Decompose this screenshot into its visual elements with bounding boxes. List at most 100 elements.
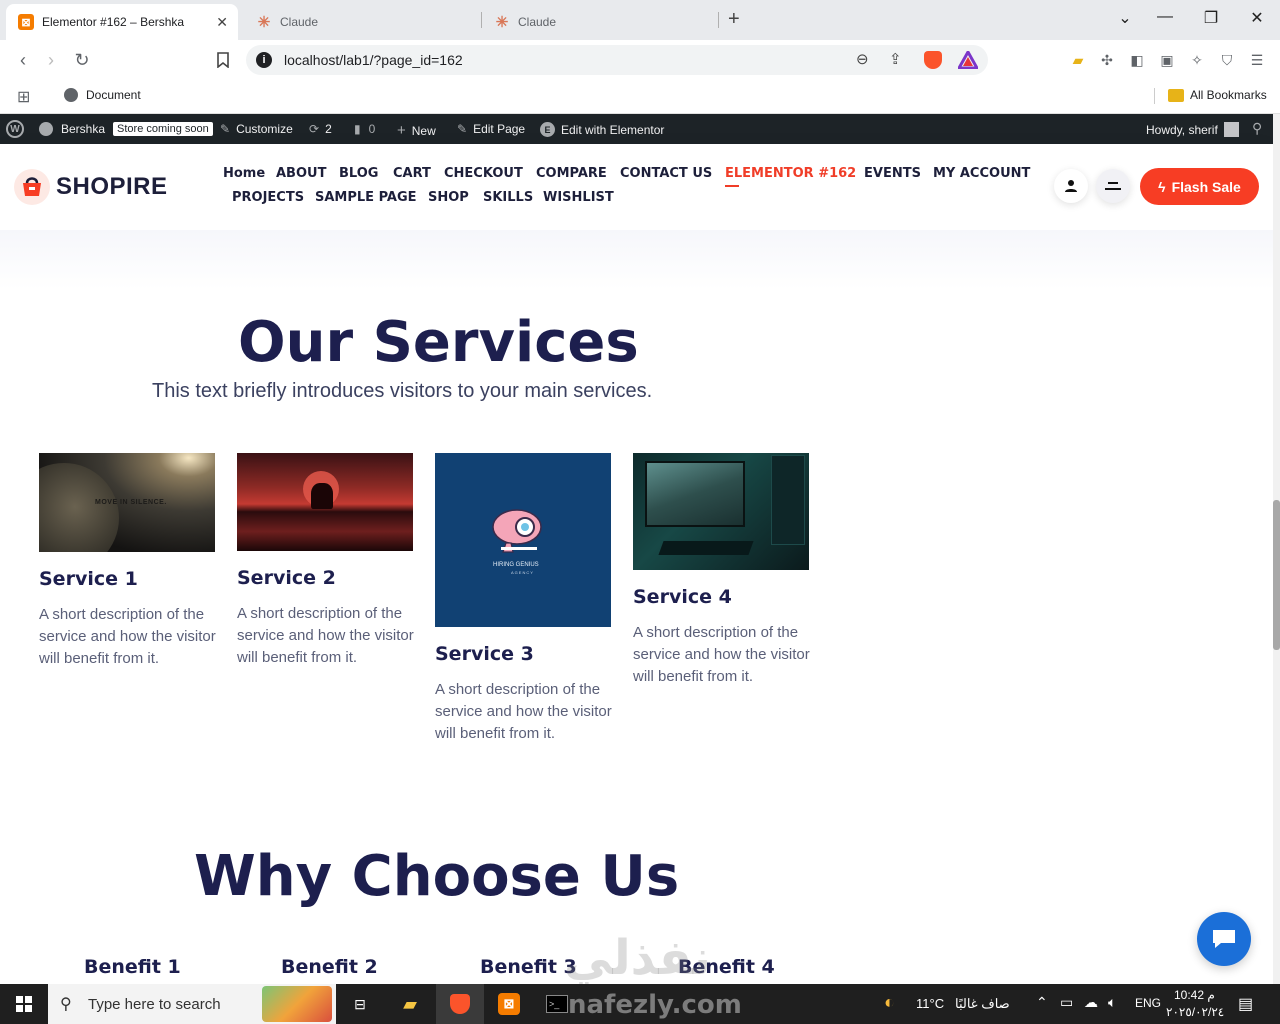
store-status-badge: Store coming soon — [113, 122, 213, 136]
all-bookmarks-label: All Bookmarks — [1190, 88, 1267, 102]
share-icon[interactable]: ⇪ — [889, 50, 902, 68]
url-bar[interactable]: i localhost/lab1/?page_id=162 ⊖ ⇪ — [246, 45, 988, 75]
taskbar-search[interactable]: ⚲ Type here to search — [48, 984, 336, 1024]
wp-site-name[interactable]: Bershka Store coming soon — [39, 122, 213, 136]
language-indicator[interactable]: ENG — [1135, 996, 1161, 1010]
benefit-title: Benefit 3 — [480, 956, 577, 978]
close-window-icon[interactable]: ✕ — [1245, 8, 1269, 28]
tab-elementor[interactable]: ⊠ Elementor #162 – Bershka ✕ — [6, 4, 238, 40]
site-info-icon[interactable]: i — [256, 52, 272, 68]
volume-icon[interactable]: 🔈︎ — [1108, 994, 1116, 1011]
flash-sale-button[interactable]: ϟ Flash Sale — [1140, 168, 1259, 205]
page-scrollbar[interactable] — [1273, 114, 1280, 984]
menu-shop[interactable]: SHOP — [428, 190, 469, 205]
wp-customize[interactable]: ✎ Customize — [220, 122, 293, 136]
menu-events[interactable]: EVENTS — [864, 166, 921, 181]
wallet-icon[interactable]: ▣ — [1158, 52, 1176, 68]
wordpress-logo-icon[interactable]: W — [6, 120, 24, 138]
wp-comments[interactable]: ▮ 0 — [354, 122, 375, 136]
tab-claude-2[interactable]: ✳ Claude — [482, 4, 718, 40]
file-explorer-icon[interactable]: ▰ — [398, 992, 422, 1016]
task-view-icon[interactable]: ⊟ — [348, 992, 372, 1016]
site-name-label: Bershka — [61, 122, 106, 136]
clock-time[interactable]: 10:42 م — [1174, 988, 1215, 1002]
notifications-icon[interactable]: ▤ — [1238, 994, 1253, 1014]
services-title: Our Services — [238, 310, 639, 375]
wp-new[interactable]: + New — [397, 122, 436, 139]
menu-checkout[interactable]: CHECKOUT — [444, 166, 523, 181]
lightning-icon: ϟ — [1158, 178, 1166, 195]
clock-date[interactable]: ٢٠٢٥/٠٢/٢٤ — [1166, 1005, 1224, 1019]
menu-compare[interactable]: COMPARE — [536, 166, 607, 181]
minimize-icon[interactable]: — — [1153, 8, 1177, 26]
reload-icon[interactable]: ↻ — [71, 50, 93, 71]
menu-home[interactable]: Home — [223, 166, 265, 181]
terminal-icon[interactable]: >_ — [545, 992, 569, 1016]
extensions-icon[interactable]: ✣ — [1098, 52, 1116, 68]
wp-updates[interactable]: ⟳ 2 — [309, 122, 332, 136]
account-button[interactable] — [1054, 169, 1088, 203]
weather-text[interactable]: صاف غالبًا — [955, 996, 1010, 1012]
search-icon[interactable]: ⚲ — [1252, 120, 1262, 137]
windows-start-icon[interactable] — [12, 992, 36, 1016]
new-tab-button[interactable]: + — [728, 8, 740, 31]
menu-projects[interactable]: PROJECTS — [232, 190, 304, 205]
forward-icon[interactable]: › — [40, 50, 62, 71]
folder-extension-icon[interactable]: ▰ — [1069, 52, 1087, 68]
menu-icon[interactable]: ☰ — [1248, 52, 1266, 68]
wp-edit-elementor[interactable]: E Edit with Elementor — [540, 122, 664, 137]
chat-button[interactable] — [1197, 912, 1251, 966]
weather-icon[interactable]: ◐ — [884, 992, 895, 1013]
menu-my-account[interactable]: MY ACCOUNT — [933, 166, 1030, 181]
meet-now-icon[interactable]: ▭ — [1060, 994, 1073, 1011]
brave-rewards-icon[interactable] — [956, 48, 980, 74]
updates-icon: ⟳ — [309, 122, 320, 136]
tab-search-icon[interactable]: ⌄ — [1113, 8, 1137, 28]
vpn-icon[interactable]: ⛉ — [1218, 52, 1236, 68]
wp-howdy[interactable]: Howdy, sherif — [1146, 122, 1239, 137]
image-caption: MOVE IN SILENCE. — [95, 499, 167, 506]
menu-contact[interactable]: CONTACT US — [620, 166, 712, 181]
site-logo[interactable]: SHOPIRE — [56, 173, 168, 201]
flash-sale-label: Flash Sale — [1171, 178, 1241, 195]
chat-icon — [1213, 930, 1235, 948]
globe-icon — [64, 88, 78, 102]
weather-temp[interactable]: 11°C — [916, 996, 944, 1011]
image-subcaption: AGENCY — [511, 570, 534, 575]
menu-skills[interactable]: SKILLS — [483, 190, 533, 205]
close-tab-icon[interactable]: ✕ — [216, 14, 228, 31]
watermark-arabic: نفذلي — [564, 930, 711, 986]
services-intro: This text briefly introduces visitors to… — [152, 380, 653, 402]
menu-wishlist[interactable]: WISHLIST — [543, 190, 614, 205]
xampp-taskbar-icon[interactable]: ⊠ — [497, 992, 521, 1016]
back-icon[interactable]: ‹ — [12, 50, 34, 71]
shopire-logo-icon[interactable] — [14, 169, 50, 205]
menu-about[interactable]: ABOUT — [276, 166, 326, 181]
bookmark-document[interactable]: Document — [64, 88, 141, 102]
service-2-image — [237, 453, 413, 551]
sidebar-icon[interactable]: ◧ — [1128, 52, 1146, 68]
service-title: Service 2 — [237, 567, 336, 589]
tab-claude-1[interactable]: ✳ Claude — [244, 4, 476, 40]
menu-elementor[interactable]: ELEMENTOR #162 — [725, 166, 856, 187]
zoom-icon[interactable]: ⊖ — [856, 50, 869, 68]
network-icon[interactable]: ☁ — [1084, 994, 1098, 1011]
menu-blog[interactable]: BLOG — [339, 166, 378, 181]
new-label: New — [411, 123, 436, 138]
brave-taskbar-item[interactable] — [436, 984, 484, 1024]
restore-icon[interactable]: ❐ — [1199, 8, 1223, 28]
bookmark-icon[interactable] — [212, 52, 234, 72]
tray-chevron-icon[interactable]: ⌃ — [1036, 994, 1048, 1011]
leo-ai-icon[interactable]: ✧ — [1188, 52, 1206, 68]
brave-shields-icon[interactable] — [924, 51, 942, 69]
side-menu-button[interactable] — [1096, 169, 1130, 203]
site-header: SHOPIRE Home ABOUT BLOG CART CHECKOUT CO… — [0, 144, 1273, 230]
scrollbar-thumb[interactable] — [1273, 500, 1280, 650]
service-description: A short description of the service and h… — [633, 624, 810, 685]
monitor-shape — [645, 461, 745, 527]
apps-grid-icon[interactable]: ⊞ — [17, 87, 30, 107]
all-bookmarks[interactable]: All Bookmarks — [1168, 88, 1267, 102]
wp-edit-page[interactable]: ✎ Edit Page — [457, 122, 525, 136]
menu-sample-page[interactable]: SAMPLE PAGE — [315, 190, 417, 205]
menu-cart[interactable]: CART — [393, 166, 431, 181]
